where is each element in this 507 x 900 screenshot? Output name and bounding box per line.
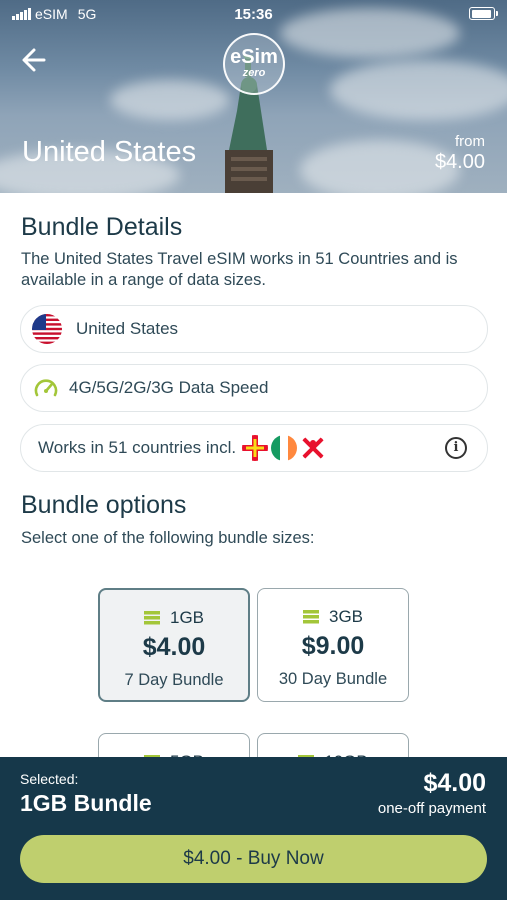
logo-subtext: zero <box>242 67 266 79</box>
selected-label: Selected: <box>20 771 79 787</box>
cloud-decoration <box>330 60 507 120</box>
countries-label: Works in 51 countries incl. <box>38 438 237 457</box>
data-stack-icon <box>143 611 160 625</box>
cloud-decoration <box>110 80 230 120</box>
bundle-price: $9.00 <box>301 632 365 660</box>
bundle-details-description: The United States Travel eSIM works in 5… <box>21 250 458 289</box>
bundle-size: 1GB <box>169 608 205 627</box>
data-stack-icon <box>302 610 319 624</box>
country-title: United States <box>22 136 197 168</box>
data-speed-label: 4G/5G/2G/3G Data Speed <box>69 378 269 397</box>
bundle-price: $4.00 <box>142 633 206 661</box>
back-button[interactable] <box>18 44 52 76</box>
jersey-flag-icon <box>300 435 327 461</box>
country-flags <box>242 435 327 461</box>
bundle-duration: 7 Day Bundle <box>124 671 224 689</box>
bundle-size: 3GB <box>328 607 364 626</box>
checkout-footer: Selected: 1GB Bundle $4.00 one-off payme… <box>0 757 507 900</box>
battery-icon <box>469 7 498 20</box>
country-pill: United States <box>20 305 488 353</box>
status-time: 15:36 <box>234 6 273 23</box>
bundle-options-title: Bundle options <box>21 491 187 519</box>
bundle-card-3gb[interactable]: 3GB $9.00 30 Day Bundle <box>257 588 409 702</box>
bundle-details-title: Bundle Details <box>21 213 183 241</box>
guernsey-flag-icon <box>242 435 269 461</box>
hero-banner: eSIM 5G 15:36 eSim zero United States fr… <box>0 0 507 193</box>
speedometer-icon <box>34 379 58 397</box>
arrow-left-icon <box>22 48 46 72</box>
bundle-duration: 30 Day Bundle <box>278 670 388 688</box>
payment-note: one-off payment <box>377 800 486 817</box>
esim-zero-logo: eSim zero <box>223 33 285 95</box>
ireland-flag-icon <box>271 435 298 461</box>
us-flag-icon <box>32 314 62 344</box>
selected-bundle: 1GB Bundle <box>20 790 152 816</box>
buy-now-button[interactable]: $4.00 - Buy Now <box>20 835 487 883</box>
status-bar: eSIM 5G 15:36 <box>0 0 507 28</box>
info-icon[interactable]: i <box>445 437 467 459</box>
data-speed-pill: 4G/5G/2G/3G Data Speed <box>20 364 488 412</box>
logo-text: eSim <box>230 46 278 68</box>
total-price: $4.00 <box>423 769 486 797</box>
from-label: from <box>455 133 485 150</box>
bundle-options-subtitle: Select one of the following bundle sizes… <box>21 529 315 547</box>
from-price: $4.00 <box>434 151 485 173</box>
bundle-card-1gb[interactable]: 1GB $4.00 7 Day Bundle <box>98 588 250 702</box>
countries-pill[interactable]: Works in 51 countries incl. i <box>20 424 488 472</box>
country-label: United States <box>76 319 179 338</box>
